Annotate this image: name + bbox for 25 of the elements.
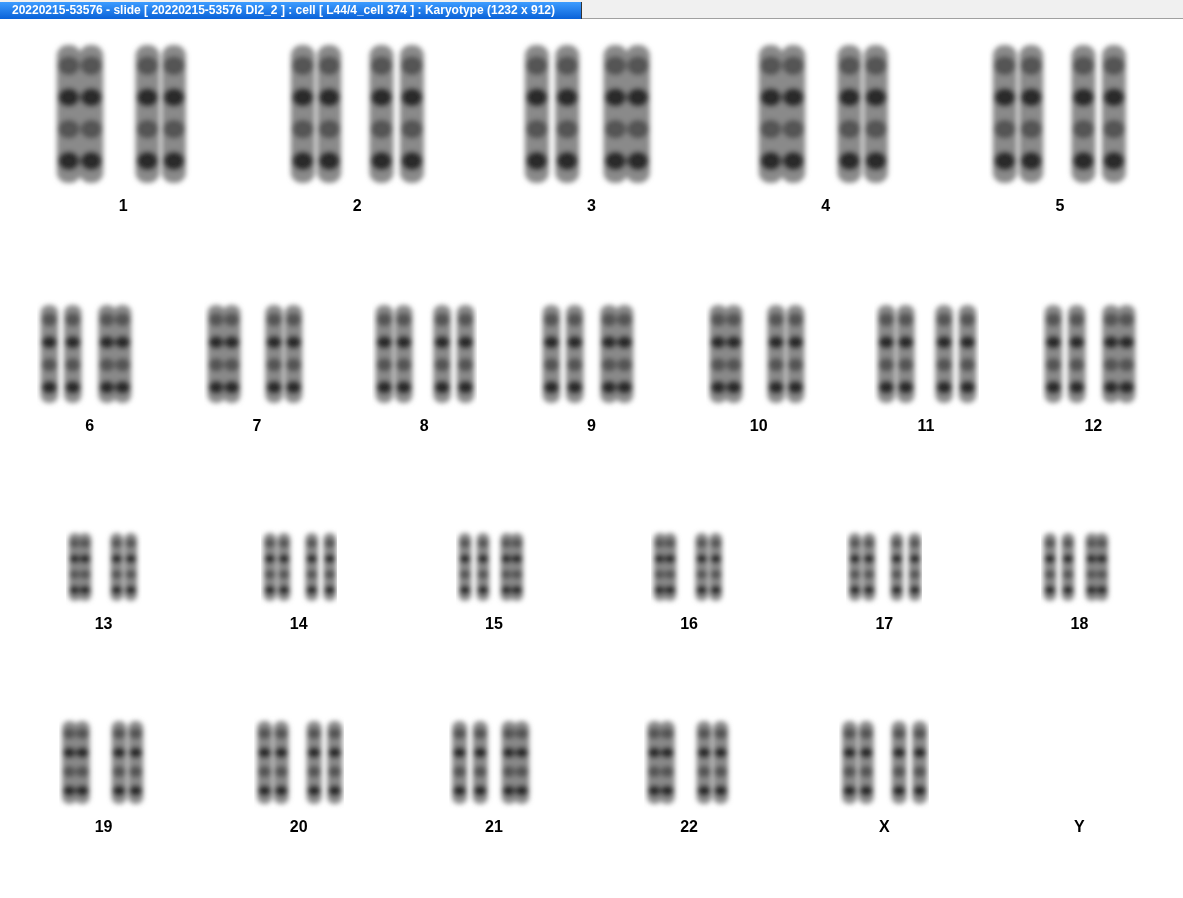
window-title: 20220215-53576 - slide [ 20220215-53576 DI2_2 ] : cell [ L44/4_cell 374 ] : Karyotype (1232 x 912)	[0, 2, 582, 19]
chromosome-number: 3	[587, 197, 596, 215]
chromosome-number: 5	[1055, 197, 1065, 215]
chromosome-number: Y	[1074, 818, 1085, 836]
chromosome-number: 20	[289, 818, 308, 836]
chromosome-number: 19	[94, 818, 113, 836]
chromosome-number: 4	[821, 197, 831, 215]
chromosome-number: 14	[289, 615, 308, 633]
chromosome-number: 17	[875, 615, 894, 633]
chromosome-number: 12	[1084, 417, 1103, 435]
chromosome-number: 1	[118, 197, 128, 215]
chromosome-number: 22	[680, 818, 698, 836]
chromosome-number: 16	[680, 615, 698, 633]
chromosome-number: 10	[749, 417, 768, 435]
chromosome-number: 11	[917, 417, 935, 435]
chromosome-number: 18	[1070, 615, 1089, 633]
chromosome-number: 9	[587, 417, 596, 435]
chromosome-number: 2	[352, 197, 362, 215]
chromosome-number: 13	[94, 615, 113, 633]
chromosome-number: X	[878, 818, 890, 836]
chromosome-number: 6	[85, 417, 95, 435]
chromosome-number: 15	[485, 615, 503, 633]
chromosome-number: 7	[252, 417, 262, 435]
chromosome-number: 8	[419, 417, 429, 435]
chromosome-number: 21	[485, 818, 503, 836]
